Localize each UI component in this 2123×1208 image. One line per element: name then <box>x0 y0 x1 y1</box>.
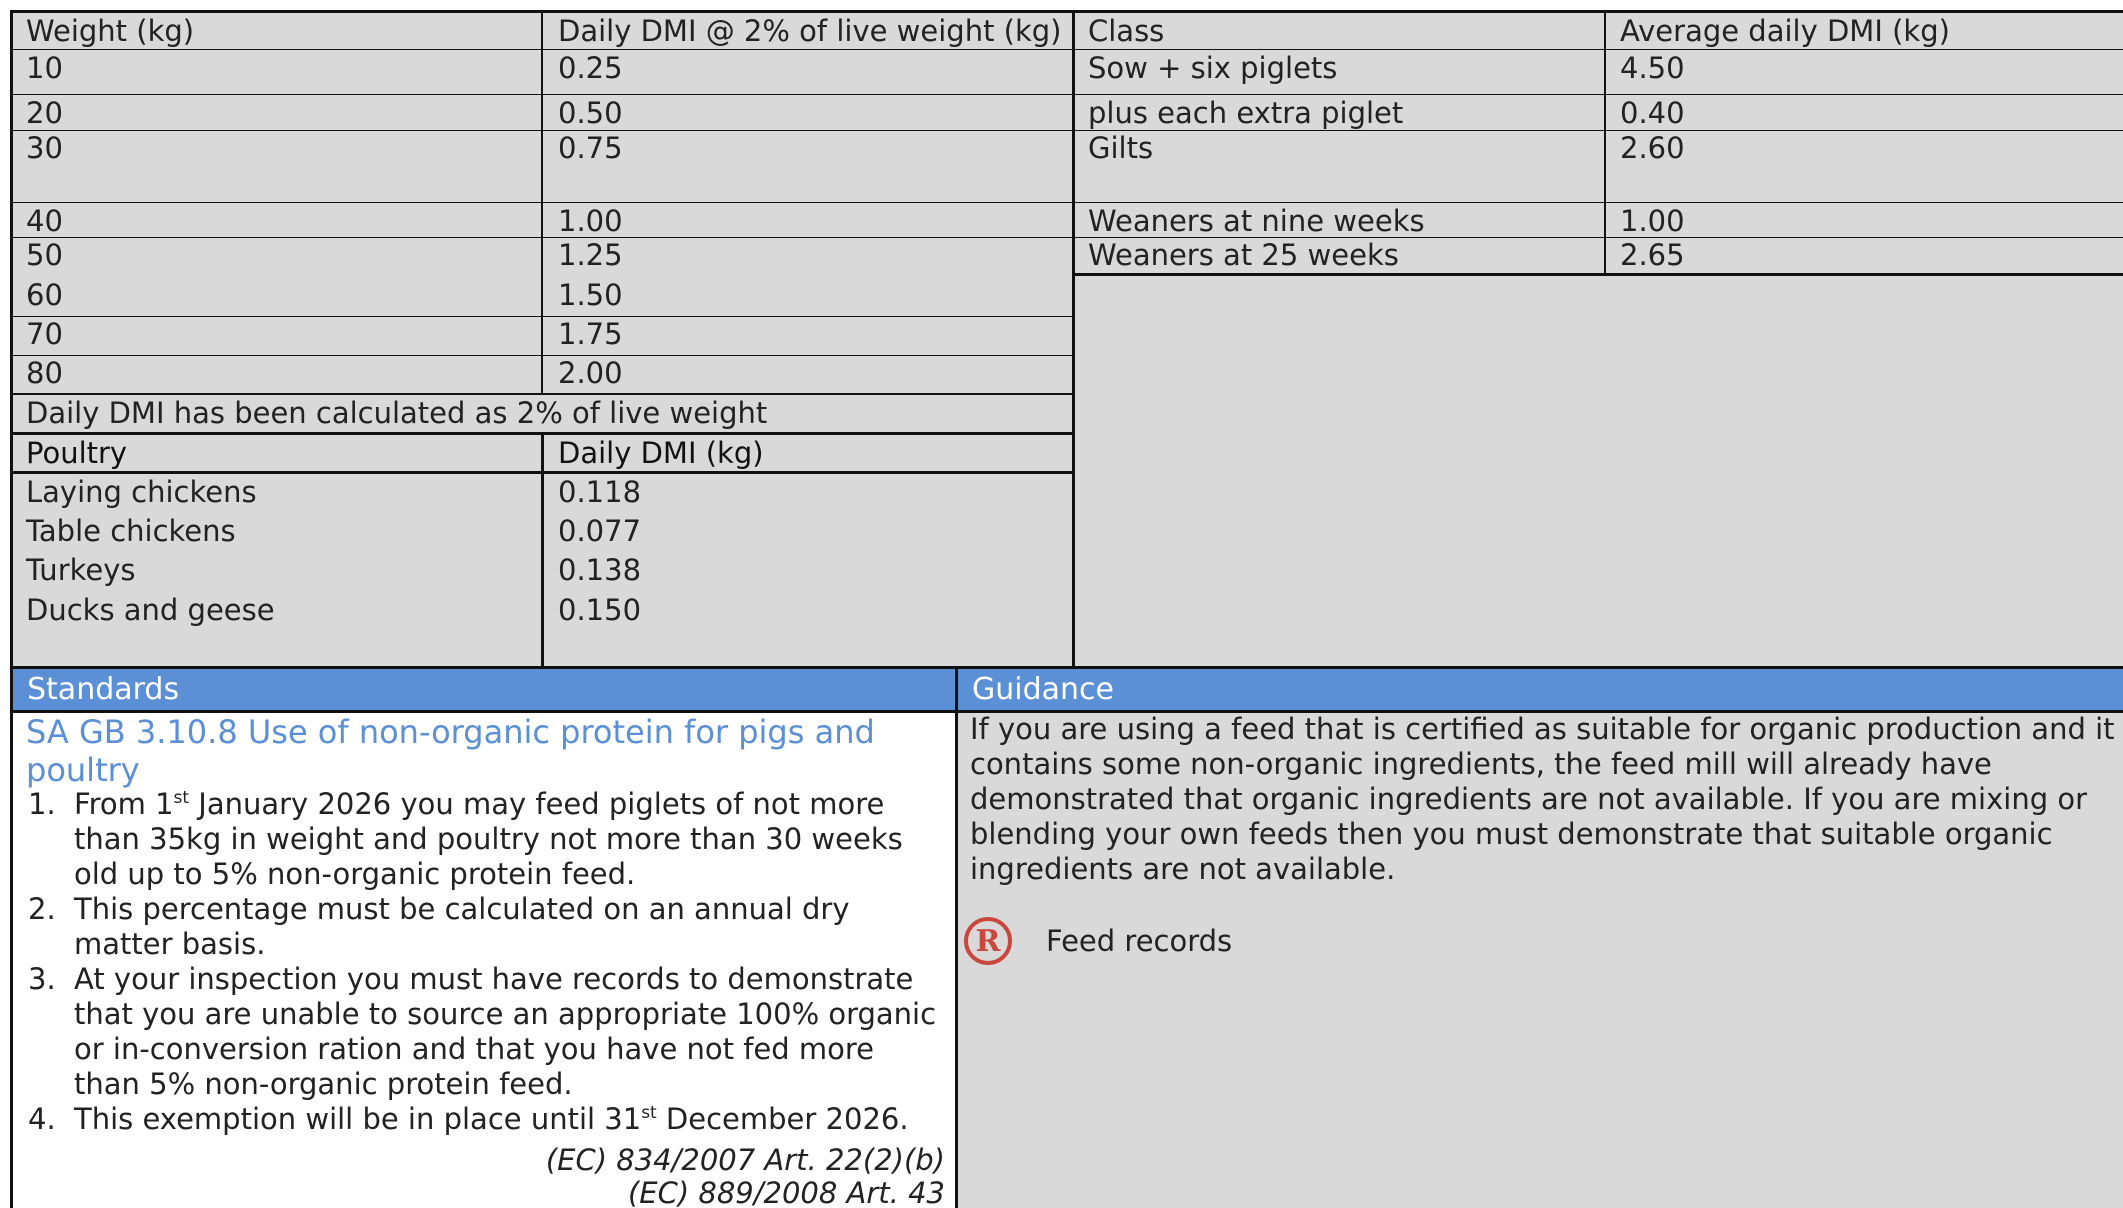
list-text: At your inspection you must have records… <box>74 962 937 1101</box>
list-text-superscript: st <box>173 788 190 808</box>
feed-records-item: R Feed records <box>964 916 1232 966</box>
divider <box>541 432 544 668</box>
table-cell: 4.50 <box>1620 51 1685 85</box>
list-item: 4. This exemption will be in place until… <box>28 1102 948 1137</box>
table-cell: 0.150 <box>558 593 642 627</box>
table-cell: 1.25 <box>558 238 623 272</box>
divider <box>1072 202 2123 203</box>
table-cell: Weaners at nine weeks <box>1088 204 1425 238</box>
records-icon: R <box>964 917 1012 965</box>
class-header-class: Class <box>1088 14 1165 48</box>
table-cell: 0.50 <box>558 96 623 130</box>
table-cell: 1.00 <box>1620 204 1685 238</box>
table-cell: 2.60 <box>1620 131 1685 165</box>
pig-weight-header-dmi: Daily DMI @ 2% of live weight (kg) <box>558 14 1062 48</box>
divider <box>955 669 958 1208</box>
table-cell: 80 <box>26 356 63 390</box>
divider <box>1072 10 1075 668</box>
divider <box>1072 94 2123 95</box>
table-cell: Weaners at 25 weeks <box>1088 238 1399 272</box>
table-cell: Table chickens <box>26 514 236 548</box>
divider <box>1072 273 2123 276</box>
table-cell: 20 <box>26 96 63 130</box>
divider <box>10 10 2123 13</box>
table-cell: Ducks and geese <box>26 593 275 627</box>
standards-header: Standards <box>13 669 955 711</box>
regulation-reference: (EC) 889/2008 Art. 43 <box>627 1176 945 1208</box>
standards-list: 1. From 1st January 2026 you may feed pi… <box>28 787 948 1137</box>
list-text: From 1 <box>74 787 174 821</box>
guidance-text: If you are using a feed that is certifie… <box>970 712 2115 886</box>
divider <box>10 237 1074 238</box>
table-cell: 0.118 <box>558 475 642 509</box>
table-cell: 1.75 <box>558 317 623 351</box>
table-cell: 0.40 <box>1620 96 1685 130</box>
table-cell: Sow + six piglets <box>1088 51 1338 85</box>
tables-background <box>12 12 2123 668</box>
table-cell: 2.65 <box>1620 238 1685 272</box>
class-header-dmi: Average daily DMI (kg) <box>1620 14 1950 48</box>
table-cell: 70 <box>26 317 63 351</box>
table-cell: 30 <box>26 131 63 165</box>
table-cell: 60 <box>26 278 63 312</box>
table-cell: 0.25 <box>558 51 623 85</box>
divider <box>10 432 1074 435</box>
divider <box>10 202 1074 203</box>
list-item: 1. From 1st January 2026 you may feed pi… <box>28 787 948 892</box>
list-text: This percentage must be calculated on an… <box>74 892 850 961</box>
table-cell: 0.138 <box>558 553 642 587</box>
table-cell: Laying chickens <box>26 475 257 509</box>
feed-records-label: Feed records <box>1046 924 1233 958</box>
table-cell: 2.00 <box>558 356 623 390</box>
list-number: 1. <box>28 787 56 821</box>
standards-title: SA GB 3.10.8 Use of non-organic protein … <box>26 713 875 789</box>
list-number: 4. <box>28 1102 56 1136</box>
list-item: 3. At your inspection you must have reco… <box>28 962 948 1102</box>
table-cell: 40 <box>26 204 63 238</box>
divider <box>10 316 1074 317</box>
list-text: This exemption will be in place until 31 <box>74 1102 642 1136</box>
document-page: Weight (kg) Daily DMI @ 2% of live weigh… <box>0 0 2123 1208</box>
table-cell: 0.75 <box>558 131 623 165</box>
poultry-header-dmi: Daily DMI (kg) <box>558 436 764 470</box>
table-cell: Gilts <box>1088 131 1154 165</box>
list-item: 2. This percentage must be calculated on… <box>28 892 948 962</box>
divider <box>10 471 1074 474</box>
table-cell: 1.00 <box>558 204 623 238</box>
poultry-header-poultry: Poultry <box>26 436 128 470</box>
divider <box>10 10 13 1208</box>
divider <box>10 393 1074 395</box>
pig-weight-note: Daily DMI has been calculated as 2% of l… <box>26 396 768 430</box>
regulation-reference: (EC) 834/2007 Art. 22(2)(b) <box>545 1143 945 1177</box>
list-number: 3. <box>28 962 56 996</box>
table-cell: 0.077 <box>558 514 642 548</box>
table-cell: Turkeys <box>26 553 136 587</box>
list-text: January 2026 you may feed piglets of not… <box>74 787 903 891</box>
divider <box>10 355 1074 356</box>
divider <box>10 130 1074 131</box>
table-cell: 10 <box>26 51 63 85</box>
list-text: December 2026. <box>656 1102 909 1136</box>
divider <box>1072 130 2123 131</box>
table-cell: plus each extra piglet <box>1088 96 1404 130</box>
table-cell: 50 <box>26 238 63 272</box>
divider <box>1072 237 2123 238</box>
list-text-superscript: st <box>641 1103 657 1123</box>
guidance-header: Guidance <box>958 669 2123 711</box>
divider <box>10 49 1074 50</box>
list-number: 2. <box>28 892 56 926</box>
table-cell: 1.50 <box>558 278 623 312</box>
divider <box>10 94 1074 95</box>
divider <box>1072 49 2123 50</box>
pig-weight-header-weight: Weight (kg) <box>26 14 195 48</box>
